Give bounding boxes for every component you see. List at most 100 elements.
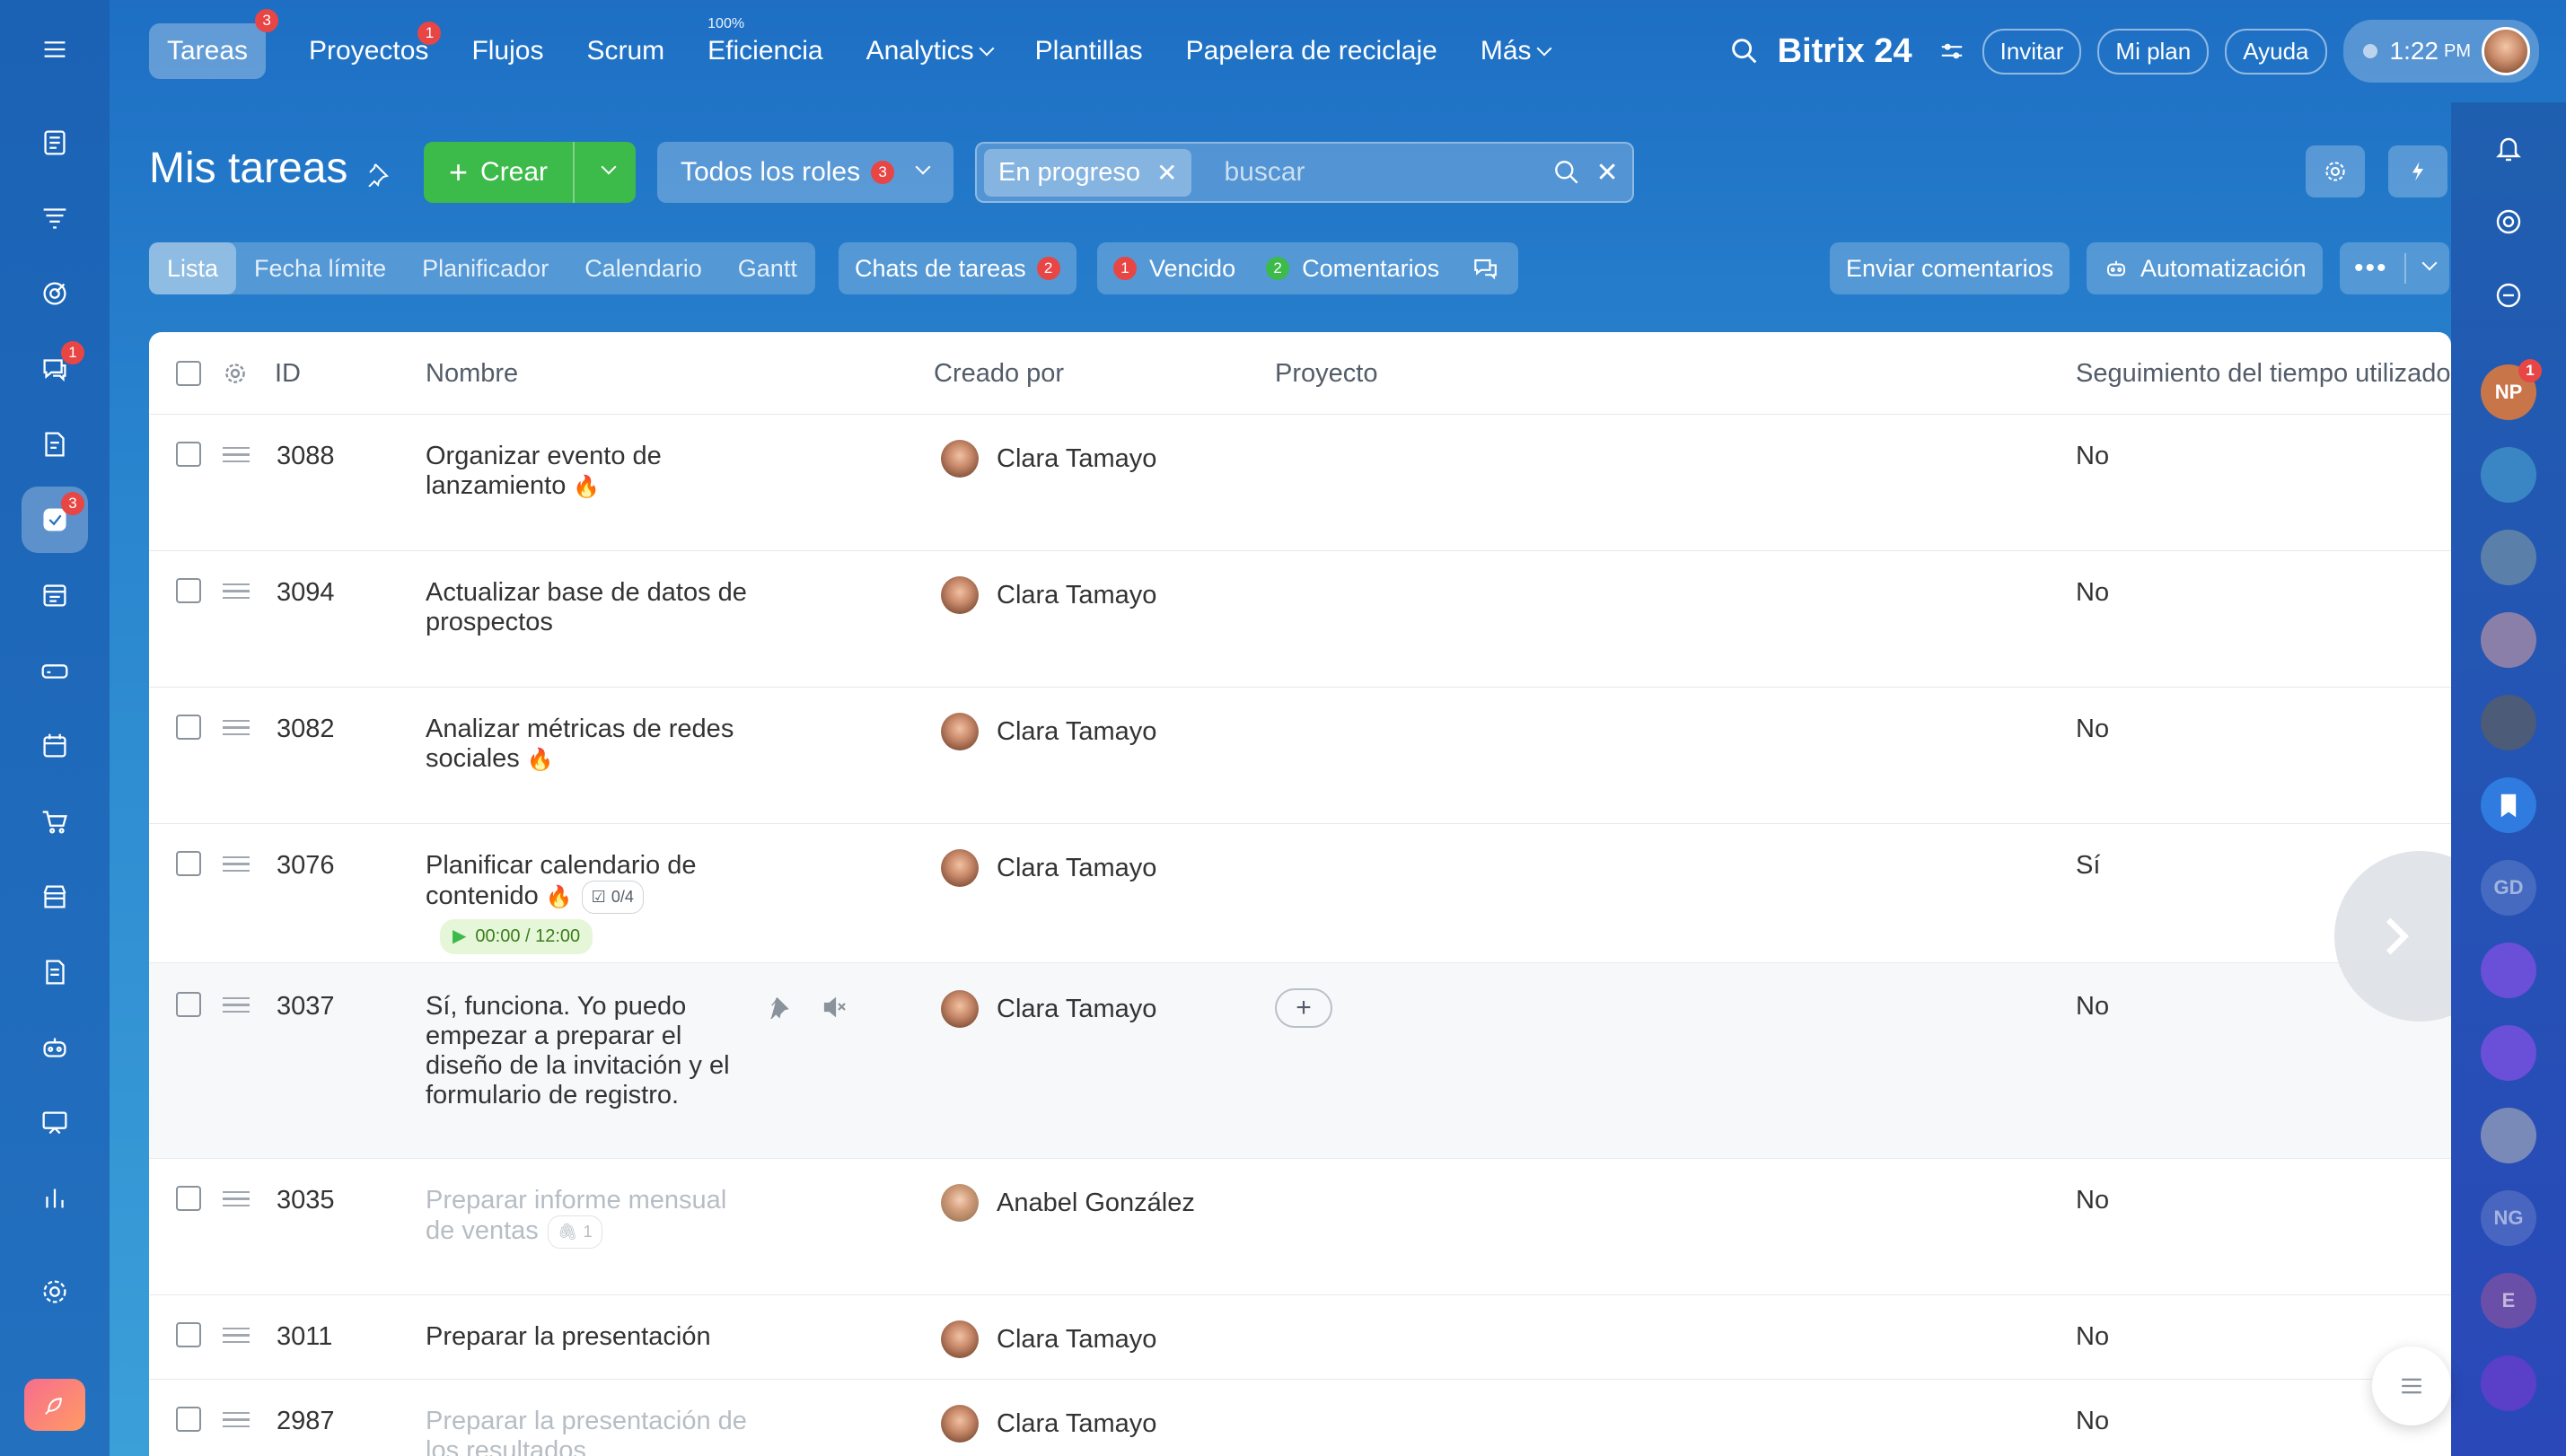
list-menu-fab[interactable]	[2372, 1346, 2451, 1425]
nav-scrum[interactable]: Scrum	[586, 36, 664, 66]
drag-handle-icon[interactable]	[223, 583, 250, 601]
creator-cell[interactable]: Clara Tamayo	[941, 1320, 1156, 1358]
calendar-grid-icon[interactable]	[22, 562, 88, 628]
task-name-cell[interactable]: Organizar evento de lanzamiento 🔥	[426, 442, 758, 502]
rocket-icon[interactable]	[24, 1379, 85, 1431]
group-chat-avatar[interactable]	[2481, 447, 2536, 503]
row-checkbox[interactable]	[176, 851, 201, 876]
filter-sliders-icon[interactable]	[1938, 37, 1966, 66]
feed-icon[interactable]	[22, 110, 88, 176]
target-icon[interactable]	[22, 260, 88, 327]
table-row[interactable]: 3094 Actualizar base de datos de prospec…	[149, 551, 2451, 688]
row-checkbox[interactable]	[176, 1186, 201, 1211]
filter-chip-in-progress[interactable]: En progreso ✕	[984, 148, 1192, 197]
presentation-icon[interactable]	[22, 1090, 88, 1156]
creator-cell[interactable]: Clara Tamayo	[941, 849, 1156, 887]
column-project[interactable]: Proyecto	[1275, 359, 1377, 389]
task-name-cell[interactable]: Actualizar base de datos de prospectos	[426, 578, 758, 637]
contact-e[interactable]: E	[2481, 1273, 2536, 1329]
messages-icon[interactable]	[2481, 268, 2536, 323]
tasks-icon[interactable]: 3	[22, 487, 88, 553]
add-project-button[interactable]: +	[1275, 988, 1332, 1028]
nav-projects[interactable]: Proyectos 1	[309, 22, 442, 66]
settings-gear-button[interactable]	[2306, 145, 2365, 197]
more-dots-icon[interactable]: •••	[2354, 253, 2406, 284]
drag-handle-icon[interactable]	[223, 1412, 250, 1430]
drag-handle-icon[interactable]	[223, 1328, 250, 1346]
table-row[interactable]: 3037 Sí, funciona. Yo puedo empezar a pr…	[149, 963, 2451, 1159]
chat-icon[interactable]: 1	[22, 336, 88, 402]
copilot-icon[interactable]	[2481, 194, 2536, 250]
creator-cell[interactable]: Clara Tamayo	[941, 440, 1156, 478]
create-button[interactable]: + Crear	[424, 142, 636, 203]
documents-icon[interactable]	[22, 411, 88, 478]
drag-handle-icon[interactable]	[223, 720, 250, 738]
attachment-chip[interactable]: 🖇 1	[547, 1215, 602, 1249]
task-name-cell[interactable]: Planificar calendario de contenido 🔥 ☑ 0/4 …	[426, 851, 758, 954]
search-input[interactable]	[1224, 157, 1530, 188]
settings-icon[interactable]	[22, 1259, 88, 1325]
task-name-cell[interactable]: Preparar la presentación de los resultad…	[426, 1407, 758, 1456]
notifications-icon[interactable]	[2481, 120, 2536, 176]
contact-avatar-man[interactable]	[2481, 695, 2536, 750]
drag-handle-icon[interactable]	[223, 856, 250, 874]
nav-tasks[interactable]: Tareas 3	[149, 9, 279, 79]
close-icon[interactable]: ✕	[1156, 158, 1177, 188]
alert-avatar[interactable]	[2481, 612, 2536, 668]
table-row[interactable]: 2987 Preparar la presentación de los res…	[149, 1380, 2451, 1456]
nav-analytics[interactable]: Analytics	[866, 36, 995, 66]
table-row[interactable]: 3088 Organizar evento de lanzamiento 🔥 Cl…	[149, 415, 2451, 551]
column-name[interactable]: Nombre	[426, 359, 518, 389]
row-checkbox[interactable]	[176, 1407, 201, 1432]
creator-cell[interactable]: Clara Tamayo	[941, 1405, 1156, 1443]
tab-list[interactable]: Lista	[149, 242, 237, 294]
create-dropdown-button[interactable]	[575, 159, 636, 178]
read-all-comments-icon[interactable]	[1470, 252, 1502, 285]
drive-icon[interactable]	[22, 637, 88, 704]
row-checkbox[interactable]	[176, 992, 201, 1017]
nav-efficiency[interactable]: 100% Eficiencia	[707, 16, 822, 66]
column-id[interactable]: ID	[275, 359, 301, 389]
row-checkbox[interactable]	[176, 442, 201, 467]
drag-handle-icon[interactable]	[223, 1191, 250, 1209]
overdue-filter[interactable]: Vencido	[1149, 255, 1235, 283]
clear-search-icon[interactable]: ✕	[1595, 157, 1618, 189]
contact-avatar-cartoon[interactable]	[2481, 1108, 2536, 1163]
table-row[interactable]: 3011 Preparar la presentación Clara Tama…	[149, 1295, 2451, 1380]
timer-chip[interactable]: ▶ 00:00 / 12:00	[440, 919, 593, 954]
roles-dropdown[interactable]: Todos los roles 3	[657, 142, 953, 203]
creator-cell[interactable]: Clara Tamayo	[941, 990, 1156, 1028]
contact-ng[interactable]: NG	[2481, 1190, 2536, 1246]
table-row[interactable]: 3076 Planificar calendario de contenido 🔥…	[149, 824, 2451, 963]
copilot-chat-icon-2[interactable]	[2481, 1025, 2536, 1081]
search-icon[interactable]	[1551, 156, 1583, 189]
creator-cell[interactable]: Clara Tamayo	[941, 713, 1156, 750]
select-all-checkbox[interactable]	[176, 361, 201, 386]
pin-icon[interactable]	[365, 160, 391, 187]
creator-cell[interactable]: Anabel González	[941, 1184, 1195, 1222]
column-time-tracking[interactable]: Seguimiento del tiempo utilizado	[2076, 359, 2451, 389]
nav-flows[interactable]: Flujos	[471, 36, 543, 66]
column-settings-gear-icon[interactable]	[221, 359, 250, 388]
contact-card-icon[interactable]	[2481, 1355, 2536, 1411]
tab-deadline[interactable]: Fecha límite	[236, 242, 404, 294]
copilot-chat-icon[interactable]	[2481, 943, 2536, 998]
analytics-icon[interactable]	[22, 1165, 88, 1232]
invite-button[interactable]: Invitar	[1982, 28, 2082, 75]
invoice-icon[interactable]	[22, 939, 88, 1005]
nav-more[interactable]: Más	[1481, 36, 1552, 66]
nav-recycle-bin[interactable]: Papelera de reciclaje	[1186, 36, 1437, 66]
chevron-down-icon[interactable]	[2421, 255, 2438, 271]
contact-avatar-photo[interactable]	[2481, 530, 2536, 585]
checklist-chip[interactable]: ☑ 0/4	[581, 881, 644, 914]
tab-gantt[interactable]: Gantt	[720, 242, 815, 294]
tab-planner[interactable]: Planificador	[404, 242, 567, 294]
row-checkbox[interactable]	[176, 578, 201, 603]
column-creator[interactable]: Creado por	[934, 359, 1064, 389]
cart-icon[interactable]	[22, 788, 88, 855]
row-checkbox[interactable]	[176, 715, 201, 740]
help-button[interactable]: Ayuda	[2225, 28, 2327, 75]
row-checkbox[interactable]	[176, 1322, 201, 1347]
automation-button[interactable]: Automatización	[2087, 242, 2323, 294]
bookmark-icon[interactable]	[2481, 777, 2536, 833]
